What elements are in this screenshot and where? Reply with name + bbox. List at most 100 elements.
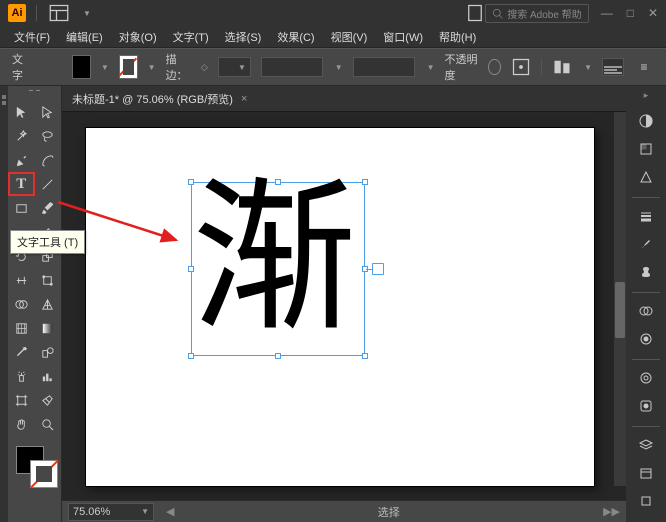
curvature-tool[interactable] <box>35 148 62 172</box>
artboards-panel-icon[interactable] <box>631 489 661 513</box>
opacity-value[interactable] <box>488 59 501 75</box>
width-tool[interactable] <box>8 268 35 292</box>
tool-label: 文字 <box>12 51 29 83</box>
gradient-panel-icon[interactable] <box>631 327 661 351</box>
handle-top-mid[interactable] <box>275 179 281 185</box>
stroke-dropdown-icon[interactable]: ▼ <box>148 63 156 72</box>
brush-dropdown-icon[interactable]: ▼ <box>427 63 435 72</box>
mesh-tool[interactable] <box>8 316 35 340</box>
dropdown-icon[interactable]: ▼ <box>83 9 91 18</box>
search-icon <box>492 8 503 19</box>
nav-next-icon[interactable]: ▶▶ <box>603 505 620 518</box>
column-graph-tool[interactable] <box>35 364 62 388</box>
graphic-styles-icon[interactable] <box>602 58 624 76</box>
app-logo: Ai <box>8 4 26 22</box>
tab-close-icon[interactable]: × <box>241 93 247 105</box>
handle-top-right[interactable] <box>362 179 368 185</box>
zoom-input[interactable]: 75.06% ▼ <box>68 503 154 521</box>
handle-mid-left[interactable] <box>188 266 194 272</box>
layout-icon[interactable] <box>49 3 69 23</box>
artboard-tool[interactable] <box>8 388 35 412</box>
right-panel-strip: ▸ <box>626 86 666 522</box>
swatches-panel-icon[interactable] <box>631 137 661 161</box>
paintbrush-tool[interactable] <box>35 196 62 220</box>
artboard[interactable]: 渐 <box>86 128 594 486</box>
menu-help[interactable]: 帮助(H) <box>433 27 482 47</box>
stroke-profile[interactable] <box>261 57 323 77</box>
align-panel-icon[interactable] <box>552 57 572 77</box>
status-mode: 选择 <box>180 504 597 520</box>
handle-top-left[interactable] <box>188 179 194 185</box>
status-bar: 75.06% ▼ ◀ 选择 ▶▶ <box>62 500 626 522</box>
shape-builder-tool[interactable] <box>8 292 35 316</box>
text-frame[interactable]: 渐 <box>191 182 365 356</box>
handle-bot-right[interactable] <box>362 353 368 359</box>
color-panel-icon[interactable] <box>631 109 661 133</box>
symbol-sprayer-tool[interactable] <box>8 364 35 388</box>
fill-swatch[interactable] <box>72 55 91 79</box>
direct-selection-tool[interactable] <box>35 100 62 124</box>
minimize-button[interactable]: ― <box>601 6 613 20</box>
lasso-tool[interactable] <box>35 124 62 148</box>
libraries-panel-icon[interactable] <box>631 461 661 485</box>
transparency-panel-icon[interactable] <box>631 299 661 323</box>
hand-tool[interactable] <box>8 412 35 436</box>
handle-bot-left[interactable] <box>188 353 194 359</box>
handle-bot-mid[interactable] <box>275 353 281 359</box>
scrollbar-thumb[interactable] <box>615 282 625 338</box>
magic-wand-tool[interactable] <box>8 124 35 148</box>
canvas[interactable]: 渐 <box>62 112 626 500</box>
text-content[interactable]: 渐 <box>192 177 357 342</box>
align-dropdown-icon[interactable]: ▼ <box>584 63 592 72</box>
menu-edit[interactable]: 编辑(E) <box>60 27 109 47</box>
line-tool[interactable] <box>35 172 62 196</box>
fill-dropdown-icon[interactable]: ▼ <box>101 63 109 72</box>
collapse-icon[interactable]: ▸ <box>644 90 649 101</box>
graphic-styles-panel-icon[interactable] <box>631 394 661 418</box>
pen-tool[interactable] <box>8 148 35 172</box>
stroke-weight-input[interactable]: ▼ <box>218 57 251 77</box>
search-input[interactable]: 搜索 Adobe 帮助 <box>485 4 588 23</box>
menu-view[interactable]: 视图(V) <box>325 27 374 47</box>
menu-window[interactable]: 窗口(W) <box>377 27 429 47</box>
vertical-scrollbar[interactable] <box>614 112 626 486</box>
stepper-icon[interactable]: ◇ <box>201 62 208 73</box>
menu-effect[interactable]: 效果(C) <box>271 27 320 47</box>
out-port[interactable] <box>372 263 384 275</box>
panel-menu-icon[interactable]: ≡ <box>634 57 654 77</box>
menu-file[interactable]: 文件(F) <box>8 27 56 47</box>
close-button[interactable]: ✕ <box>648 6 658 20</box>
char-panel-icon[interactable] <box>511 57 531 77</box>
maximize-button[interactable]: □ <box>627 6 634 20</box>
brushes-panel-icon[interactable] <box>631 232 661 256</box>
stroke-color[interactable] <box>30 460 58 488</box>
zoom-tool[interactable] <box>35 412 62 436</box>
brush-def[interactable] <box>353 57 415 77</box>
free-transform-tool[interactable] <box>35 268 62 292</box>
stroke-swatch[interactable] <box>119 55 138 79</box>
symbols-panel-icon[interactable] <box>631 260 661 284</box>
type-tool[interactable]: T <box>8 172 35 196</box>
blend-tool[interactable] <box>35 340 62 364</box>
color-guide-icon[interactable] <box>631 165 661 189</box>
layers-panel-icon[interactable] <box>631 433 661 457</box>
stroke-panel-icon[interactable] <box>631 204 661 228</box>
document-tab[interactable]: 未标题-1* @ 75.06% (RGB/预览) × <box>62 86 626 112</box>
doc-icon[interactable] <box>465 3 485 23</box>
nav-prev-icon[interactable]: ◀ <box>166 505 174 518</box>
profile-dropdown-icon[interactable]: ▼ <box>335 63 343 72</box>
zoom-dropdown-icon[interactable]: ▼ <box>141 507 149 516</box>
menu-type[interactable]: 文字(T) <box>167 27 215 47</box>
menu-select[interactable]: 选择(S) <box>219 27 268 47</box>
eyedropper-tool[interactable] <box>8 340 35 364</box>
slice-tool[interactable] <box>35 388 62 412</box>
color-swatches[interactable] <box>8 442 61 486</box>
menu-object[interactable]: 对象(O) <box>113 27 163 47</box>
separator <box>36 5 37 21</box>
selection-tool[interactable] <box>8 100 35 124</box>
appearance-panel-icon[interactable] <box>631 366 661 390</box>
perspective-tool[interactable] <box>35 292 62 316</box>
options-bar: 文字 ▼ ▼ 描边： ◇ ▼ ▼ ▼ 不透明度 ▼ ≡ <box>0 48 666 86</box>
gradient-tool[interactable] <box>35 316 62 340</box>
rectangle-tool[interactable] <box>8 196 35 220</box>
